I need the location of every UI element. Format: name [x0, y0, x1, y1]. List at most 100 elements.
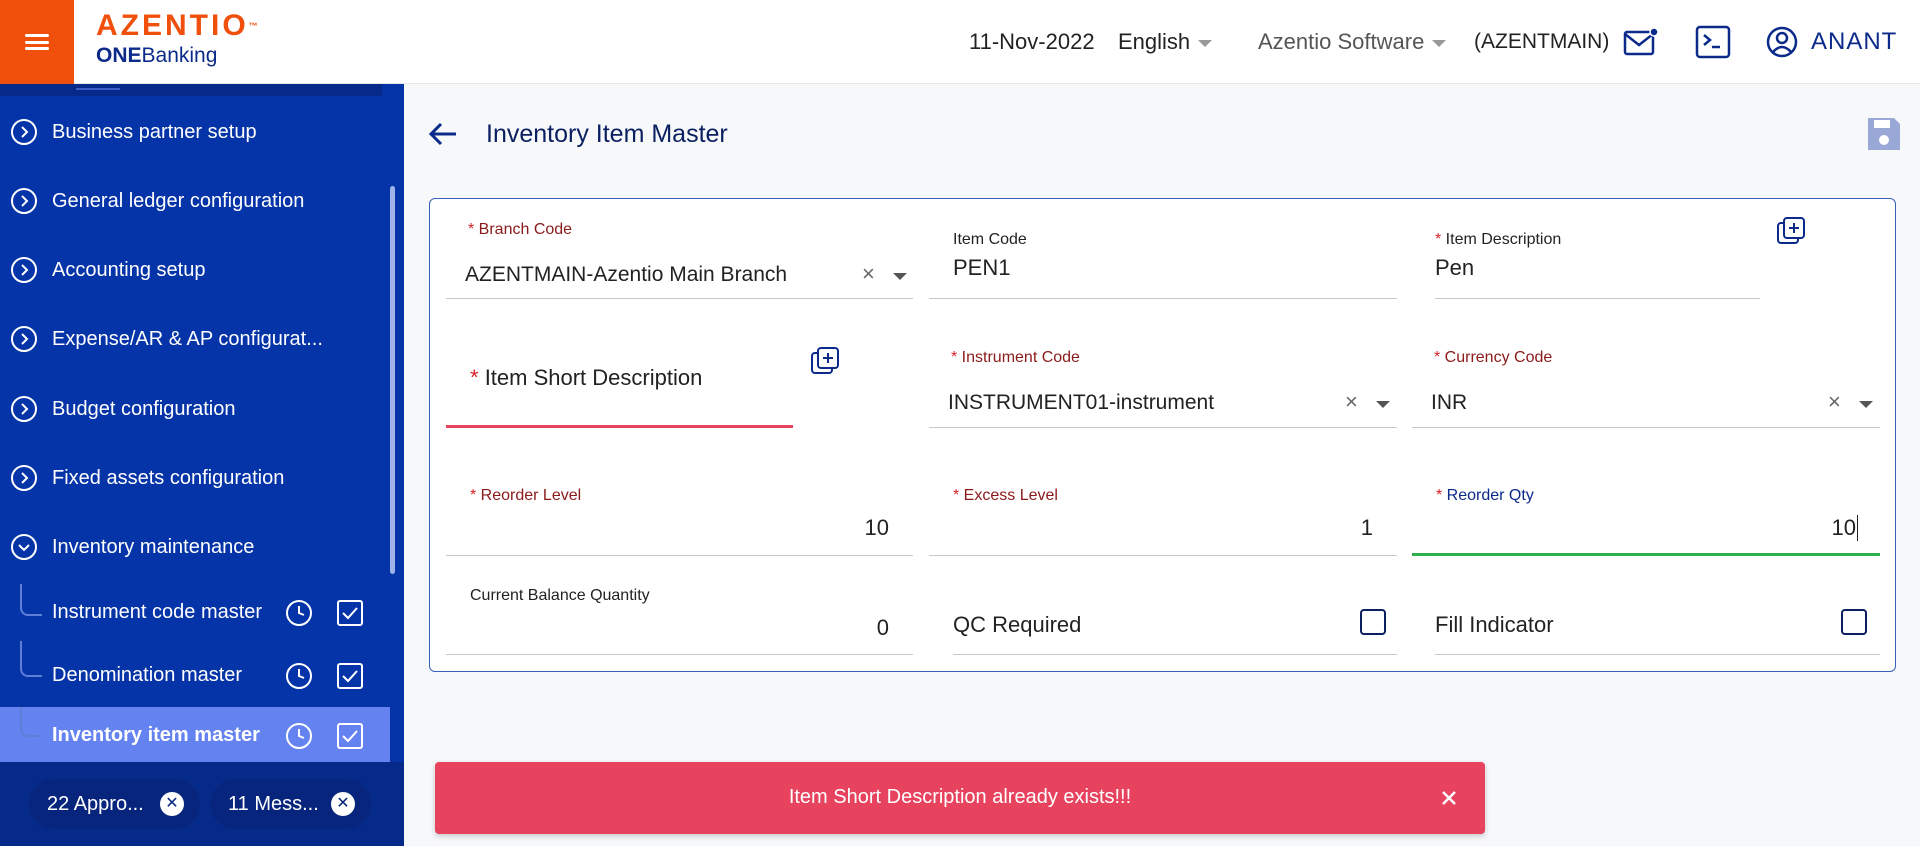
- qc-required-field: QC Required: [953, 587, 1397, 655]
- chevron-down-icon[interactable]: [893, 273, 907, 280]
- currency-code-label: Currency Code: [1444, 349, 1553, 366]
- mail-icon: [1623, 27, 1659, 56]
- messages-label: 11 Mess...: [228, 792, 319, 815]
- chevron-down-icon: [11, 534, 37, 560]
- reorder-qty-field[interactable]: * Reorder Qty 10: [1412, 487, 1880, 556]
- approvals-pill[interactable]: 22 Appro... ✕: [29, 779, 200, 829]
- sidebar-subitem-label: Denomination master: [52, 664, 243, 686]
- item-code-field[interactable]: Item Code PEN1: [929, 227, 1397, 299]
- user-avatar-button[interactable]: [1762, 22, 1802, 62]
- branch-code-field[interactable]: * Branch Code AZENTMAIN-Azentio Main Bra…: [446, 219, 913, 299]
- sidebar-item-label: General ledger configuration: [52, 189, 305, 212]
- clear-icon[interactable]: ×: [1828, 389, 1841, 415]
- current-balance-quantity-value: 0: [876, 615, 889, 640]
- sidebar-subitem-inventory-item-master[interactable]: Inventory item master: [0, 707, 390, 763]
- excess-level-field[interactable]: * Excess Level 1: [929, 487, 1397, 556]
- mail-button[interactable]: [1621, 22, 1661, 62]
- save-icon[interactable]: [1864, 114, 1904, 154]
- clear-icon[interactable]: ×: [862, 261, 875, 287]
- fill-indicator-checkbox[interactable]: [1841, 609, 1867, 635]
- sidebar-item-expense-ar-ap-configuration[interactable]: Expense/AR & AP configurat...: [0, 309, 390, 369]
- approvals-label: 22 Appro...: [47, 792, 144, 815]
- sidebar-item-accounting-setup[interactable]: Accounting setup: [0, 240, 390, 300]
- sidebar-subitem-instrument-code-master[interactable]: Instrument code master: [0, 584, 390, 642]
- sidebar-footer: 22 Appro... ✕ 11 Mess... ✕: [0, 762, 404, 846]
- excess-level-input[interactable]: 1: [1361, 515, 1373, 541]
- item-description-field[interactable]: * Item Description Pen: [1435, 227, 1760, 299]
- currency-code-field[interactable]: * Currency Code INR ×: [1412, 347, 1880, 428]
- qc-required-label: QC Required: [953, 612, 1082, 637]
- close-icon[interactable]: ✕: [331, 792, 355, 816]
- menu-button[interactable]: [0, 0, 74, 84]
- sidebar-subitem-label: Inventory item master: [52, 724, 260, 746]
- clock-icon[interactable]: [285, 662, 313, 690]
- item-description-label: Item Description: [1445, 231, 1562, 248]
- toast-message: Item Short Description already exists!!!: [788, 786, 1132, 808]
- current-balance-quantity-field: Current Balance Quantity 0: [446, 587, 913, 655]
- user-icon: [1766, 26, 1798, 58]
- sidebar-item-fixed-assets-configuration[interactable]: Fixed assets configuration: [0, 448, 390, 508]
- chevron-right-icon: [11, 465, 37, 491]
- item-description-input[interactable]: Pen: [1435, 255, 1474, 281]
- instrument-code-label: Instrument Code: [961, 349, 1080, 366]
- clock-icon[interactable]: [285, 599, 313, 627]
- close-icon[interactable]: [1435, 784, 1463, 812]
- reorder-level-label: Reorder Level: [480, 487, 582, 504]
- chevron-right-icon: [11, 119, 37, 145]
- sidebar-item-label: Business partner setup: [52, 120, 257, 143]
- product-name-bold: ONE: [96, 44, 142, 67]
- product-name-rest: Banking: [141, 44, 218, 67]
- sidebar-item-label: Inventory maintenance: [52, 535, 255, 558]
- company-value: Azentio Software: [1258, 29, 1425, 54]
- chevron-down-icon[interactable]: [1376, 401, 1390, 408]
- branch-code-value: AZENTMAIN-Azentio Main Branch: [465, 263, 788, 286]
- checkbox-checked-icon[interactable]: [336, 662, 364, 690]
- item-code-label: Item Code: [953, 231, 1027, 248]
- terminal-button[interactable]: [1693, 22, 1733, 62]
- copy-add-icon[interactable]: [1775, 215, 1807, 247]
- reorder-qty-input[interactable]: 10: [1832, 515, 1858, 541]
- reorder-level-field[interactable]: * Reorder Level 10: [446, 487, 913, 556]
- sidebar-item-general-ledger-configuration[interactable]: General ledger configuration: [0, 171, 390, 231]
- item-code-input[interactable]: PEN1: [953, 255, 1010, 281]
- clock-icon[interactable]: [285, 722, 313, 750]
- chevron-down-icon: [1198, 39, 1213, 47]
- menu-icon: [25, 34, 49, 50]
- qc-required-checkbox[interactable]: [1360, 609, 1386, 635]
- sidebar-scrollbar[interactable]: [390, 186, 395, 574]
- chevron-right-icon: [11, 257, 37, 283]
- branch-code-label: Branch Code: [478, 221, 573, 238]
- checkbox-checked-icon[interactable]: [336, 599, 364, 627]
- fill-indicator-field: Fill Indicator: [1435, 587, 1880, 655]
- current-balance-quantity-label: Current Balance Quantity: [470, 587, 650, 604]
- sidebar-subitem-label: Instrument code master: [52, 601, 263, 623]
- logo: AZENTIO™ ONEBanking: [96, 10, 261, 68]
- app-header: AZENTIO™ ONEBanking 11-Nov-2022 English …: [0, 0, 1920, 84]
- sidebar-item-label: Fixed assets configuration: [52, 466, 285, 489]
- instrument-code-field[interactable]: * Instrument Code INSTRUMENT01-instrumen…: [929, 347, 1397, 428]
- arrow-left-icon[interactable]: [426, 117, 460, 151]
- sidebar-subitem-denomination-master[interactable]: Denomination master: [0, 641, 390, 705]
- sidebar: Business partner setup General ledger co…: [0, 84, 404, 846]
- sidebar-item-business-partner-setup[interactable]: Business partner setup: [0, 102, 390, 162]
- chevron-right-icon: [11, 326, 37, 352]
- chevron-right-icon: [11, 188, 37, 214]
- copy-add-icon[interactable]: [809, 345, 841, 377]
- branch-code: (AZENTMAIN): [1474, 30, 1610, 53]
- reorder-level-input[interactable]: 10: [865, 515, 889, 541]
- sidebar-item-budget-configuration[interactable]: Budget configuration: [0, 379, 390, 439]
- currency-code-value: INR: [1431, 391, 1468, 414]
- language-value: English: [1118, 29, 1191, 54]
- instrument-code-value: INSTRUMENT01-instrument: [948, 391, 1215, 414]
- user-name[interactable]: ANANT: [1811, 28, 1897, 56]
- language-select[interactable]: English: [1118, 28, 1213, 56]
- clear-icon[interactable]: ×: [1345, 389, 1358, 415]
- sidebar-item-inventory-maintenance[interactable]: Inventory maintenance: [0, 517, 390, 577]
- page-title: Inventory Item Master: [486, 120, 728, 148]
- item-short-description-field[interactable]: * Item Short Description: [446, 339, 793, 428]
- company-select[interactable]: Azentio Software: [1258, 28, 1447, 56]
- checkbox-checked-icon[interactable]: [336, 722, 364, 750]
- chevron-down-icon[interactable]: [1859, 401, 1873, 408]
- close-icon[interactable]: ✕: [160, 792, 184, 816]
- messages-pill[interactable]: 11 Mess... ✕: [210, 779, 371, 829]
